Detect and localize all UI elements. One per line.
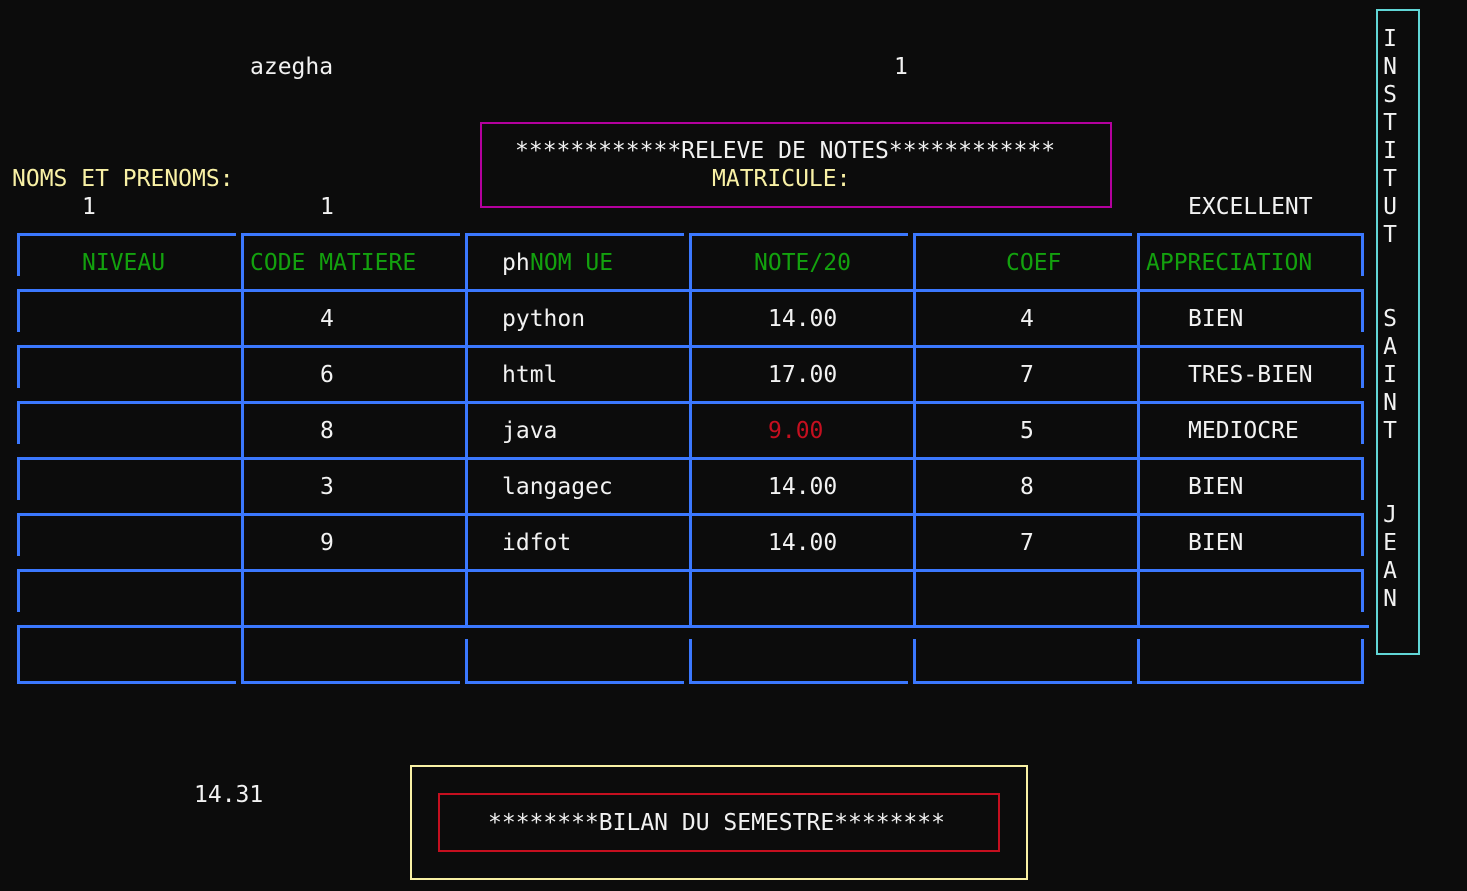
average-value: 14.31 (194, 782, 264, 808)
column-divider (1137, 639, 1140, 684)
cell-coef: 7 (1020, 530, 1034, 556)
cell-nom: html (502, 362, 558, 388)
cell-coef: 7 (1020, 362, 1034, 388)
matricule-label: MATRICULE: (712, 166, 851, 192)
table-edge (17, 625, 20, 684)
cell-appreciation: TRES-BIEN (1188, 362, 1313, 388)
username-text: azegha (250, 54, 334, 80)
table-edge (17, 513, 20, 556)
side-banner-text: I N S T I T U T S A I N T J E A N (1383, 26, 1397, 612)
cell-nom: langagec (502, 474, 613, 500)
table-edge (1361, 401, 1364, 444)
column-header-note: NOTE/20 (754, 250, 851, 276)
count-text: 1 (894, 54, 908, 80)
table-edge (1361, 289, 1364, 332)
column-divider (465, 233, 468, 628)
table-edge (1361, 233, 1364, 276)
column-header-niveau: NIVEAU (82, 250, 166, 276)
table-edge (1361, 513, 1364, 556)
cell-note-failing: 9.00 (768, 418, 824, 444)
column-header-appreciation: APPRECIATION (1146, 250, 1313, 276)
row-divider (17, 625, 1369, 628)
table-edge (17, 569, 20, 612)
column-header-coef: COEF (1006, 250, 1062, 276)
cell-appreciation: MEDIOCRE (1188, 418, 1299, 444)
cell-code: 4 (320, 306, 334, 332)
table-edge (1361, 639, 1364, 684)
cell-coef: 8 (1020, 474, 1034, 500)
cell-code: 3 (320, 474, 334, 500)
column-divider (465, 639, 468, 684)
column-divider (913, 639, 916, 684)
cell-note: 17.00 (768, 362, 838, 388)
cell-coef: 5 (1020, 418, 1034, 444)
table-border (689, 681, 908, 684)
bilan-title: ********BILAN DU SEMESTRE******** (488, 810, 945, 836)
table-border (17, 233, 236, 236)
table-edge (17, 233, 20, 276)
table-border (241, 233, 460, 236)
column-header-nom: NOM UE (530, 250, 614, 276)
niveau-value: 1 (82, 194, 96, 220)
table-edge (1361, 569, 1364, 612)
table-edge (17, 457, 20, 500)
column-divider (689, 639, 692, 684)
names-label: NOMS ET PRENOMS: (12, 166, 234, 192)
table-border (465, 681, 684, 684)
cell-code: 8 (320, 418, 334, 444)
column-divider (241, 233, 244, 684)
column-divider (913, 233, 916, 628)
console-window: azegha 1 ************RELEVE DE NOTES****… (0, 0, 1467, 891)
cell-note: 14.00 (768, 530, 838, 556)
mention-text: EXCELLENT (1188, 194, 1313, 220)
cell-nom: java (502, 418, 558, 444)
table-border (913, 681, 1132, 684)
cell-appreciation: BIEN (1188, 474, 1244, 500)
column-divider (1137, 233, 1140, 628)
table-edge (17, 345, 20, 388)
table-edge (17, 401, 20, 444)
report-title: ************RELEVE DE NOTES************ (515, 138, 1056, 164)
column-header-prefix: ph (502, 250, 530, 276)
table-edge (1361, 457, 1364, 500)
cell-note: 14.00 (768, 474, 838, 500)
table-edge (17, 289, 20, 332)
cell-appreciation: BIEN (1188, 306, 1244, 332)
cell-note: 14.00 (768, 306, 838, 332)
table-border (241, 681, 460, 684)
cell-code: 6 (320, 362, 334, 388)
table-border (913, 233, 1132, 236)
code-value: 1 (320, 194, 334, 220)
table-border (17, 681, 236, 684)
cell-code: 9 (320, 530, 334, 556)
table-border (689, 233, 908, 236)
table-border (1137, 233, 1364, 236)
table-border (1137, 681, 1364, 684)
cell-coef: 4 (1020, 306, 1034, 332)
cell-nom: python (502, 306, 586, 332)
column-header-code: CODE MATIERE (250, 250, 417, 276)
column-divider (689, 233, 692, 628)
cell-appreciation: BIEN (1188, 530, 1244, 556)
cell-nom: idfot (502, 530, 572, 556)
table-edge (1361, 345, 1364, 388)
table-border (465, 233, 684, 236)
